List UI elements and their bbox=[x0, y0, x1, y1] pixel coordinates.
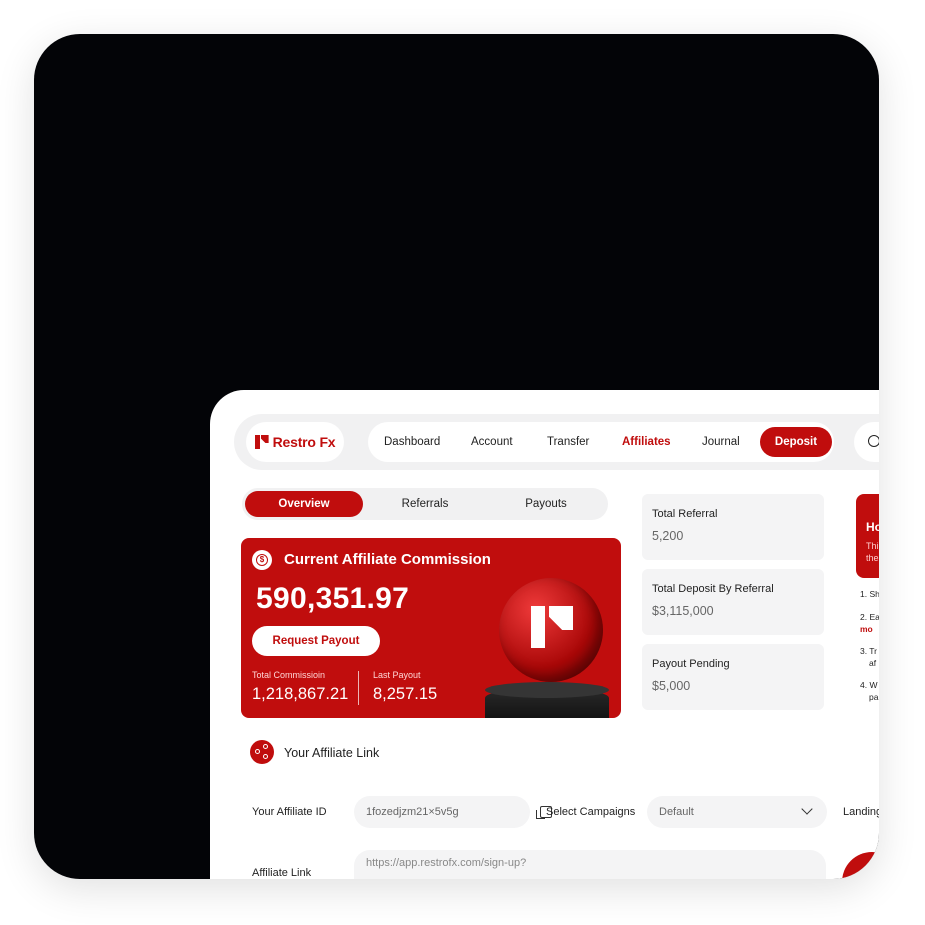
nav-journal[interactable]: Journal bbox=[702, 422, 740, 462]
search-button[interactable] bbox=[854, 422, 879, 462]
how-heading: Ho bbox=[866, 520, 879, 534]
affiliate-link-title: Your Affiliate Link bbox=[284, 746, 380, 760]
total-commission-label: Total Commissioin bbox=[252, 670, 326, 680]
brand-coin-illustration bbox=[499, 578, 603, 682]
campaign-select[interactable]: Default bbox=[647, 796, 827, 828]
nav-dashboard[interactable]: Dashboard bbox=[384, 422, 440, 462]
nav-affiliates[interactable]: Affiliates bbox=[622, 422, 671, 462]
landing-label: Landing bbox=[843, 806, 879, 818]
payout-pending-card: Payout Pending $5,000 bbox=[642, 644, 824, 710]
brand-logo[interactable]: Restro Fx bbox=[246, 422, 344, 462]
total-referral-card: Total Referral 5,200 bbox=[642, 494, 824, 560]
how-steps: 1. Sh 2. Ea mo 3. Tr af 4. W pa bbox=[860, 589, 879, 702]
stat-label: Payout Pending bbox=[652, 658, 730, 670]
tab-overview[interactable]: Overview bbox=[245, 491, 363, 517]
tab-referrals[interactable]: Referrals bbox=[366, 491, 484, 517]
copy-link-button[interactable] bbox=[842, 852, 879, 879]
how-it-works-panel: Ho Thi the bbox=[856, 494, 879, 578]
commission-title: Current Affiliate Commission bbox=[284, 551, 491, 568]
logo-icon bbox=[254, 435, 269, 449]
affiliate-id-field[interactable]: 1fozedjzm21×5v5g bbox=[354, 796, 530, 828]
brand-name: Restro Fx bbox=[272, 434, 336, 450]
tab-payouts[interactable]: Payouts bbox=[487, 491, 605, 517]
app-window: Restro Fx Dashboard Account Transfer Aff… bbox=[210, 390, 879, 879]
share-icon bbox=[250, 740, 274, 764]
campaign-label: Select Campaigns bbox=[546, 806, 636, 818]
stat-label: Total Deposit By Referral bbox=[652, 583, 774, 595]
stat-divider bbox=[358, 671, 359, 705]
main-nav: Dashboard Account Transfer Affiliates Jo… bbox=[368, 422, 834, 462]
pedestal-top bbox=[485, 682, 609, 698]
device-frame: Restro Fx Dashboard Account Transfer Aff… bbox=[34, 34, 879, 879]
nav-account[interactable]: Account bbox=[471, 422, 513, 462]
commission-amount: 590,351.97 bbox=[256, 582, 410, 615]
last-payout-value: 8,257.15 bbox=[373, 685, 438, 703]
deposit-button[interactable]: Deposit bbox=[760, 427, 832, 457]
request-payout-button[interactable]: Request Payout bbox=[252, 626, 380, 656]
last-payout-label: Last Payout bbox=[373, 670, 421, 680]
affiliate-link-field[interactable]: https://app.restrofx.com/sign-up? bbox=[354, 850, 826, 879]
top-navbar: Restro Fx Dashboard Account Transfer Aff… bbox=[234, 414, 879, 470]
affiliate-link-label: Affiliate Link bbox=[252, 867, 312, 879]
commission-card: $ Current Affiliate Commission 590,351.9… bbox=[241, 538, 621, 718]
nav-transfer[interactable]: Transfer bbox=[547, 422, 589, 462]
total-commission-value: 1,218,867.21 bbox=[252, 685, 349, 703]
search-icon bbox=[868, 435, 879, 447]
stat-value: $5,000 bbox=[652, 679, 691, 693]
stat-label: Total Referral bbox=[652, 508, 718, 520]
dollar-coin-icon: $ bbox=[252, 550, 272, 570]
stat-value: $3,115,000 bbox=[652, 604, 714, 618]
affiliate-id-label: Your Affiliate ID bbox=[252, 806, 327, 818]
affiliate-tabs: Overview Referrals Payouts bbox=[242, 488, 608, 520]
stat-value: 5,200 bbox=[652, 529, 684, 543]
total-deposit-card: Total Deposit By Referral $3,115,000 bbox=[642, 569, 824, 635]
how-subtitle: Thi the bbox=[866, 541, 879, 563]
